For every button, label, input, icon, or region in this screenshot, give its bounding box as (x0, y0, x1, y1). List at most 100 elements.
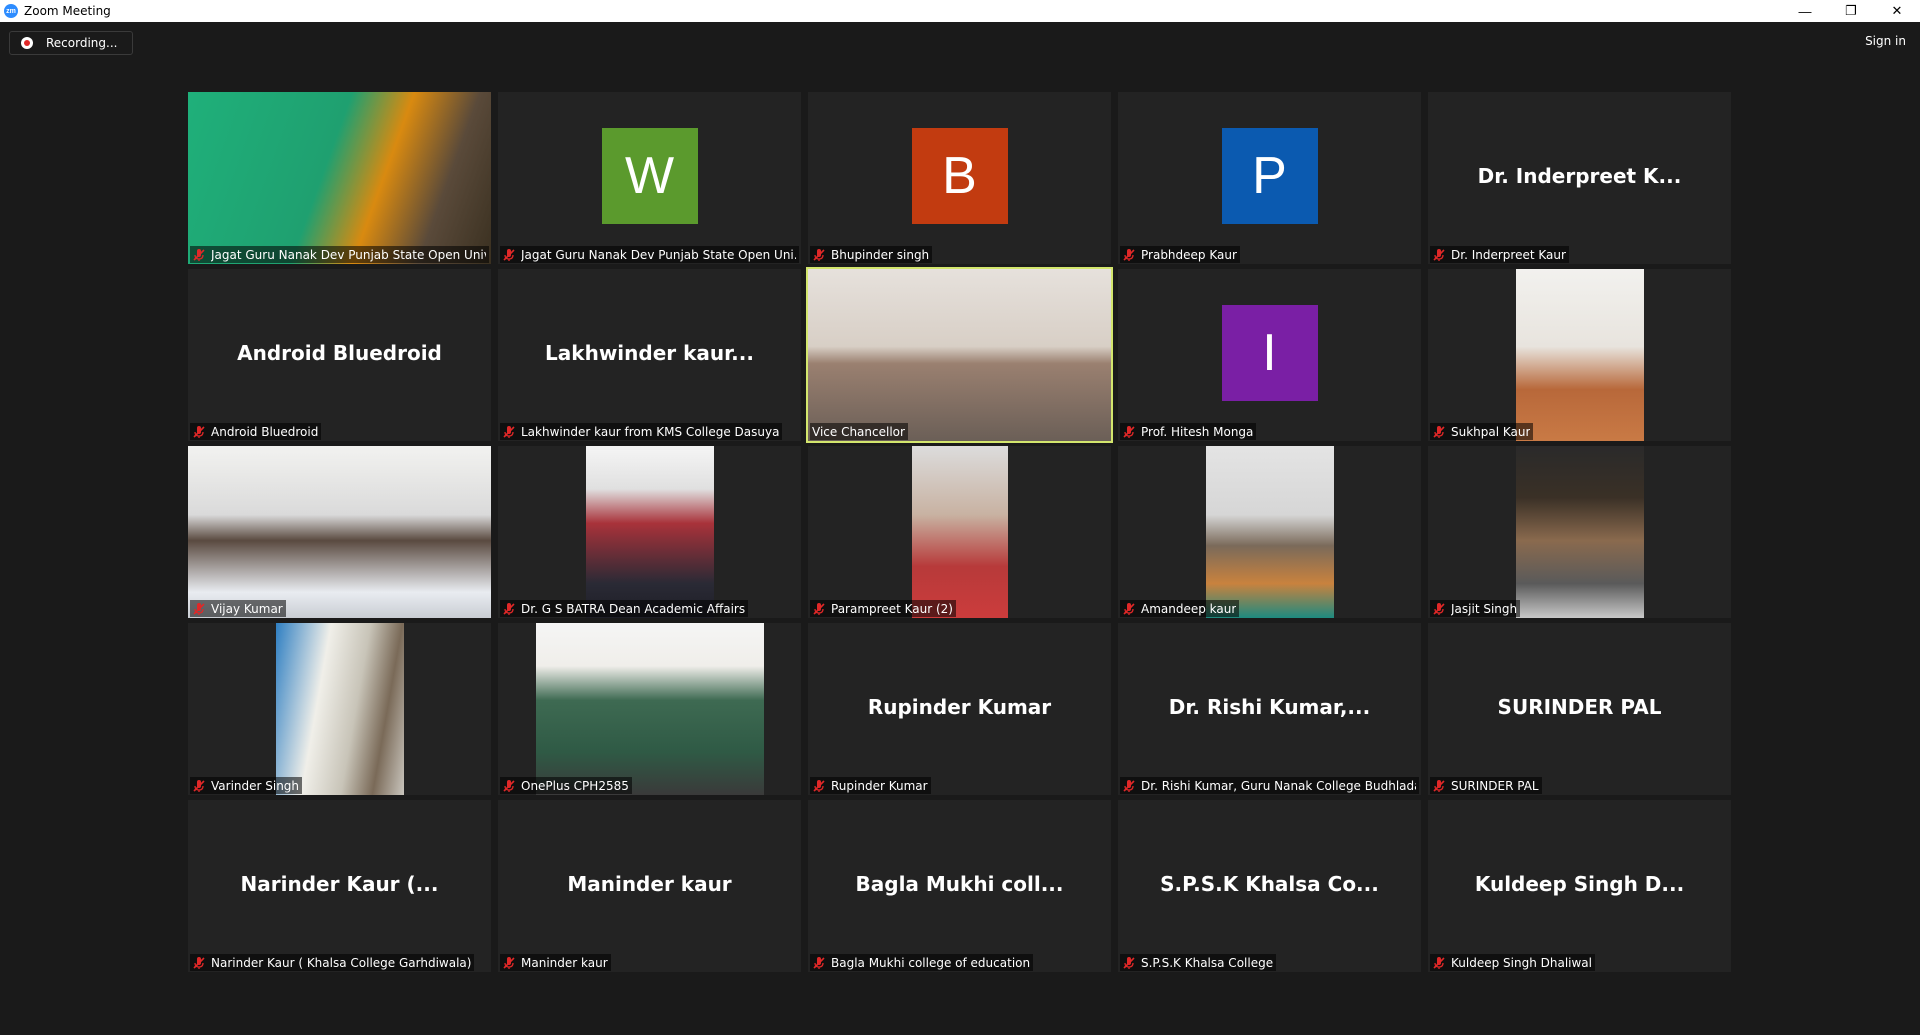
participant-tile[interactable]: Android Bluedroid Android Bluedroid (188, 269, 491, 441)
participant-tile[interactable]: Varinder Singh (188, 623, 491, 795)
participant-name: Jagat Guru Nanak Dev Punjab State Open U… (521, 247, 796, 262)
close-button[interactable]: ✕ (1874, 0, 1920, 22)
participant-display-name: Dr. Inderpreet K... (1477, 164, 1682, 188)
participant-tile[interactable]: SURINDER PAL SURINDER PAL (1428, 623, 1731, 795)
participant-name-tag: Vice Chancellor (810, 423, 908, 440)
gallery-view: Jagat Guru Nanak Dev Punjab State Open U… (188, 92, 1733, 972)
participant-tile[interactable]: Dr. G S BATRA Dean Academic Affairs (498, 446, 801, 618)
mic-muted-icon (1123, 779, 1135, 792)
recording-indicator[interactable]: Recording... (9, 31, 133, 55)
participant-name-tag: Amandeep kaur (1120, 600, 1240, 617)
participant-name: Narinder Kaur ( Khalsa College Garhdiwal… (211, 955, 472, 970)
recording-label: Recording... (46, 36, 118, 50)
participant-name-tag: OnePlus CPH2585 (500, 777, 632, 794)
mic-muted-icon (193, 248, 205, 261)
participant-tile[interactable]: Bagla Mukhi coll... Bagla Mukhi college o… (808, 800, 1111, 972)
mic-muted-icon (1123, 602, 1135, 615)
participant-name-tag: Sukhpal Kaur (1430, 423, 1534, 440)
participant-tile[interactable]: Dr. Rishi Kumar,... Dr. Rishi Kumar, Guru… (1118, 623, 1421, 795)
participant-tile[interactable]: Maninder kaur Maninder kaur (498, 800, 801, 972)
participant-video (1205, 446, 1334, 618)
mic-muted-icon (1123, 248, 1135, 261)
participant-name: Prabhdeep Kaur (1141, 247, 1237, 262)
participant-name-tag: Dr. Rishi Kumar, Guru Nanak College Budh… (1120, 777, 1419, 794)
participant-tile[interactable]: B Bhupinder singh (808, 92, 1111, 264)
participant-display-name: Kuldeep Singh D... (1474, 872, 1685, 896)
participant-name-tag: Varinder Singh (190, 777, 303, 794)
participant-tile[interactable]: Jagat Guru Nanak Dev Punjab State Open U… (188, 92, 491, 264)
participant-name-tag: Dr. Inderpreet Kaur (1430, 246, 1569, 263)
participant-tile[interactable]: I Prof. Hitesh Monga (1118, 269, 1421, 441)
participant-tile[interactable]: Kuldeep Singh D... Kuldeep Singh Dhaliwal (1428, 800, 1731, 972)
mic-muted-icon (503, 425, 515, 438)
participant-tile[interactable]: Vijay Kumar (188, 446, 491, 618)
participant-name: Varinder Singh (211, 778, 300, 793)
participant-name: SURINDER PAL (1451, 778, 1539, 793)
participant-name: Jagat Guru Nanak Dev Punjab State Open U… (211, 247, 486, 262)
participant-video (188, 446, 491, 618)
window-controls: — ❐ ✕ (1782, 0, 1920, 22)
participant-name: Jasjit Singh (1451, 601, 1518, 616)
participant-tile[interactable]: P Prabhdeep Kaur (1118, 92, 1421, 264)
participant-video (275, 623, 404, 795)
participant-tile[interactable]: Dr. Inderpreet K... Dr. Inderpreet Kaur (1428, 92, 1731, 264)
participant-tile[interactable]: Rupinder Kumar Rupinder Kumar (808, 623, 1111, 795)
participant-name: Dr. Inderpreet Kaur (1451, 247, 1566, 262)
participant-tile[interactable]: Lakhwinder kaur... Lakhwinder kaur from K… (498, 269, 801, 441)
participant-name: OnePlus CPH2585 (521, 778, 629, 793)
participant-name-tag: Jagat Guru Nanak Dev Punjab State Open U… (500, 246, 799, 263)
participant-tile[interactable]: Sukhpal Kaur (1428, 269, 1731, 441)
participant-tile[interactable]: W Jagat Guru Nanak Dev Punjab State Open … (498, 92, 801, 264)
sign-in-button[interactable]: Sign in (1865, 34, 1906, 48)
zoom-logo-icon: zm (4, 4, 18, 18)
participant-name-tag: S.P.S.K Khalsa College (1120, 954, 1277, 971)
participant-tile[interactable]: S.P.S.K Khalsa Co... S.P.S.K Khalsa Colle… (1118, 800, 1421, 972)
mic-muted-icon (813, 602, 825, 615)
participant-avatar: B (911, 128, 1008, 224)
participant-avatar: I (1221, 305, 1318, 401)
mic-muted-icon (1123, 425, 1135, 438)
participant-name-tag: Android Bluedroid (190, 423, 322, 440)
mic-muted-icon (1433, 602, 1445, 615)
participant-name: Rupinder Kumar (831, 778, 928, 793)
mic-muted-icon (193, 956, 205, 969)
mic-muted-icon (1123, 956, 1135, 969)
restore-button[interactable]: ❐ (1828, 0, 1874, 22)
mic-muted-icon (813, 248, 825, 261)
mic-muted-icon (503, 248, 515, 261)
recording-dot-icon (21, 37, 33, 49)
participant-tile[interactable]: Vice Chancellor (806, 267, 1113, 443)
participant-name: Dr. G S BATRA Dean Academic Affairs (521, 601, 746, 616)
participant-display-name: Rupinder Kumar (867, 695, 1052, 719)
participant-tile[interactable]: Amandeep kaur (1118, 446, 1421, 618)
participant-name: Maninder kaur (521, 955, 608, 970)
participant-name-tag: Lakhwinder kaur from KMS College Dasuya (500, 423, 783, 440)
mic-muted-icon (1433, 248, 1445, 261)
participant-display-name: Narinder Kaur (... (240, 872, 439, 896)
participant-tile[interactable]: OnePlus CPH2585 (498, 623, 801, 795)
mic-muted-icon (1433, 779, 1445, 792)
participant-name-tag: SURINDER PAL (1430, 777, 1542, 794)
participant-name: Lakhwinder kaur from KMS College Dasuya (521, 424, 780, 439)
participant-tile[interactable]: Narinder Kaur (... Narinder Kaur ( Khalsa… (188, 800, 491, 972)
participant-display-name: Lakhwinder kaur... (545, 341, 754, 365)
participant-name-tag: Bagla Mukhi college of education (810, 954, 1034, 971)
participant-name: Parampreet Kaur (2) (831, 601, 953, 616)
participant-name: Sukhpal Kaur (1451, 424, 1531, 439)
participant-avatar: W (601, 128, 698, 224)
participant-name: Bagla Mukhi college of education (831, 955, 1031, 970)
participant-video (808, 269, 1111, 441)
participant-name-tag: Maninder kaur (500, 954, 611, 971)
window-title: Zoom Meeting (24, 4, 111, 18)
participant-tile[interactable]: Parampreet Kaur (2) (808, 446, 1111, 618)
participant-name: Vice Chancellor (812, 424, 905, 439)
minimize-button[interactable]: — (1782, 0, 1828, 22)
participant-name-tag: Jasjit Singh (1430, 600, 1521, 617)
participant-name-tag: Prabhdeep Kaur (1120, 246, 1240, 263)
participant-name-tag: Jagat Guru Nanak Dev Punjab State Open U… (190, 246, 489, 263)
participant-name-tag: Rupinder Kumar (810, 777, 931, 794)
mic-muted-icon (503, 779, 515, 792)
participant-tile[interactable]: Jasjit Singh (1428, 446, 1731, 618)
participant-video (535, 623, 764, 795)
title-bar: zm Zoom Meeting — ❐ ✕ (0, 0, 1920, 22)
